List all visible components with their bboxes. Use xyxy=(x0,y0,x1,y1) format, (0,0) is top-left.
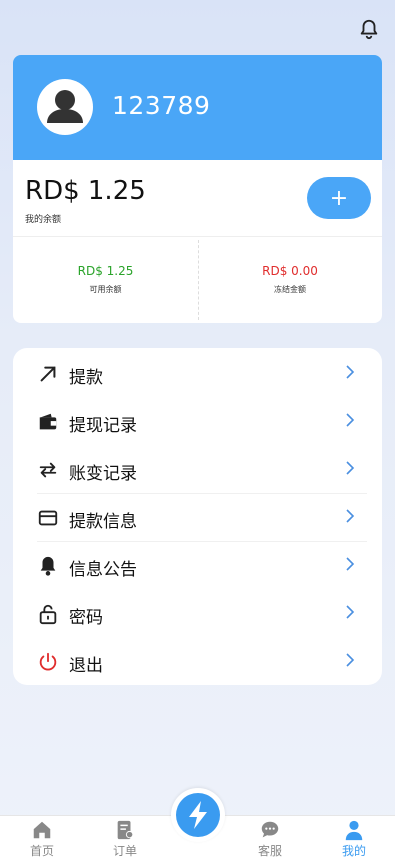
available-amount: RD$ 1.25 xyxy=(77,264,134,278)
menu-item-label: 退出 xyxy=(69,656,103,676)
menu-item-label: 密码 xyxy=(69,608,103,628)
menu-item-label: 提现记录 xyxy=(69,416,137,436)
chevron-right-icon xyxy=(346,509,355,523)
lock-icon xyxy=(39,604,57,625)
menu-item-password[interactable]: 密码 xyxy=(13,590,382,638)
chevron-right-icon xyxy=(346,557,355,571)
menu-item-withdraw-records[interactable]: 提现记录 xyxy=(13,398,382,446)
profile-header: 123789 xyxy=(13,55,382,160)
menu-item-label: 提款信息 xyxy=(69,512,137,532)
menu-item-label: 提款 xyxy=(69,368,103,388)
menu-item-withdraw[interactable]: 提款 xyxy=(13,350,382,398)
bell-icon xyxy=(40,556,56,576)
tab-service[interactable]: 客服 xyxy=(240,816,300,861)
tab-label: 首页 xyxy=(29,844,54,858)
chevron-right-icon xyxy=(346,413,355,427)
menu-item-label: 信息公告 xyxy=(69,560,137,580)
frozen-label: 冻结金额 xyxy=(274,285,306,294)
menu-list: 提款 提现记录 账变记录 提款信息 信息公告 密码 退出 xyxy=(13,348,382,685)
username: 123789 xyxy=(112,91,211,120)
available-balance: RD$ 1.25 可用余额 xyxy=(13,264,198,295)
chevron-right-icon xyxy=(346,461,355,475)
tab-label: 订单 xyxy=(112,844,137,858)
tab-home[interactable]: 首页 xyxy=(12,816,72,861)
tab-mine[interactable]: 我的 xyxy=(324,816,384,861)
menu-item-logout[interactable]: 退出 xyxy=(13,638,382,686)
frozen-amount: RD$ 0.00 xyxy=(262,264,318,278)
menu-item-withdraw-info[interactable]: 提款信息 xyxy=(13,494,382,542)
divider xyxy=(13,236,382,237)
user-avatar-icon[interactable] xyxy=(37,79,93,135)
menu-item-label: 账变记录 xyxy=(69,464,137,484)
frozen-balance: RD$ 0.00 冻结金额 xyxy=(198,264,382,295)
quick-action-button[interactable] xyxy=(171,788,225,842)
menu-item-announcements[interactable]: 信息公告 xyxy=(13,542,382,590)
tab-label: 客服 xyxy=(257,844,282,858)
swap-arrows-icon xyxy=(39,462,57,478)
user-icon xyxy=(345,820,363,841)
order-icon xyxy=(117,820,134,840)
home-icon xyxy=(33,821,51,839)
tab-orders[interactable]: 订单 xyxy=(95,816,155,861)
arrow-up-right-icon xyxy=(40,366,56,382)
bell-icon[interactable] xyxy=(358,17,380,41)
menu-item-account-changes[interactable]: 账变记录 xyxy=(13,446,382,494)
balance-amount: RD$ 1.25 xyxy=(25,176,146,206)
lightning-icon xyxy=(176,793,220,837)
wallet-icon xyxy=(39,413,57,430)
add-funds-button[interactable]: + xyxy=(307,177,371,219)
chevron-right-icon xyxy=(346,605,355,619)
chevron-right-icon xyxy=(346,365,355,379)
chevron-right-icon xyxy=(346,653,355,667)
card-icon xyxy=(38,510,58,526)
available-label: 可用余额 xyxy=(89,285,122,294)
balance-card: RD$ 1.25 我的余额 + RD$ 1.25 可用余额 RD$ 0.00 冻… xyxy=(13,160,382,323)
balance-label: 我的余额 xyxy=(25,215,62,225)
tab-label: 我的 xyxy=(341,844,366,858)
chat-icon xyxy=(261,821,279,838)
power-icon xyxy=(39,652,57,671)
